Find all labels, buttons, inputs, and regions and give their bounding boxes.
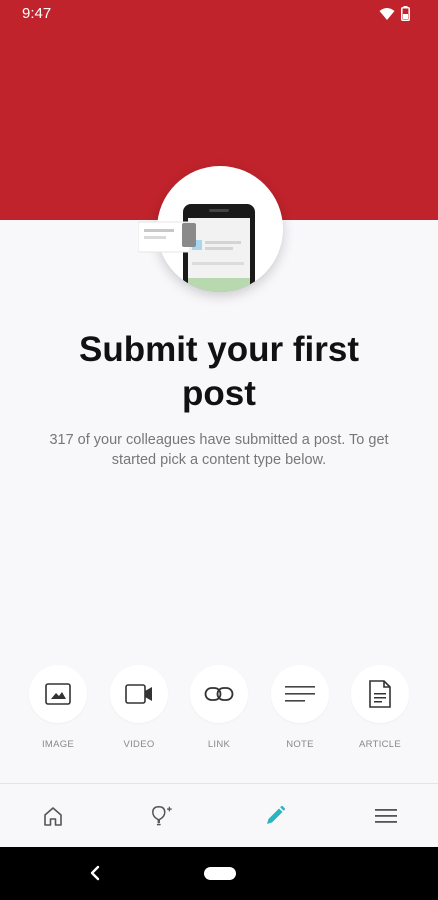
content-type-list: IMAGE VIDEO LINK NOTE ARTICLE [0,665,438,755]
content-type-image-label: IMAGE [41,739,75,750]
post-card-illustration-icon [138,221,196,253]
nav-ideas-tab[interactable] [150,804,174,828]
lightbulb-icon [152,806,172,826]
battery-icon [401,6,410,21]
content-type-note-button[interactable]: NOTE [270,665,330,750]
content-type-link-circle[interactable] [190,665,248,723]
status-icons [379,6,410,21]
status-bar: 9:47 [0,0,438,28]
page-title: Submit your first post [78,330,360,413]
video-icon [125,684,152,704]
menu-icon [375,809,397,823]
nav-submit-tab[interactable] [263,804,287,828]
content-type-article-button[interactable]: ARTICLE [350,665,410,750]
article-icon [369,680,391,708]
wifi-icon [379,7,395,20]
nav-menu-tab[interactable] [374,804,398,828]
content-type-video-button[interactable]: VIDEO [109,665,169,750]
content-type-link-label: LINK [207,739,231,750]
content-type-link-button[interactable]: LINK [189,665,249,750]
content-type-video-label: VIDEO [123,739,155,750]
page-description: 317 of your colleagues have submitted a … [49,432,389,468]
content-type-image-button[interactable]: IMAGE [28,665,88,750]
status-time: 9:47 [22,5,52,22]
content-type-article-label: ARTICLE [358,739,402,750]
nav-home-tab[interactable] [41,804,65,828]
back-icon[interactable] [88,863,102,883]
system-navigation-bar [0,847,438,900]
content-type-video-circle[interactable] [110,665,168,723]
image-icon [45,683,71,705]
link-icon [204,687,234,701]
content-type-note-label: NOTE [286,739,314,750]
pencil-icon [267,805,286,824]
note-icon [285,686,315,702]
home-pill-button[interactable] [204,867,236,880]
home-icon [44,807,62,826]
bottom-navigation [0,783,438,847]
content-type-article-circle[interactable] [351,665,409,723]
content-type-image-circle[interactable] [29,665,87,723]
content-type-note-circle[interactable] [271,665,329,723]
